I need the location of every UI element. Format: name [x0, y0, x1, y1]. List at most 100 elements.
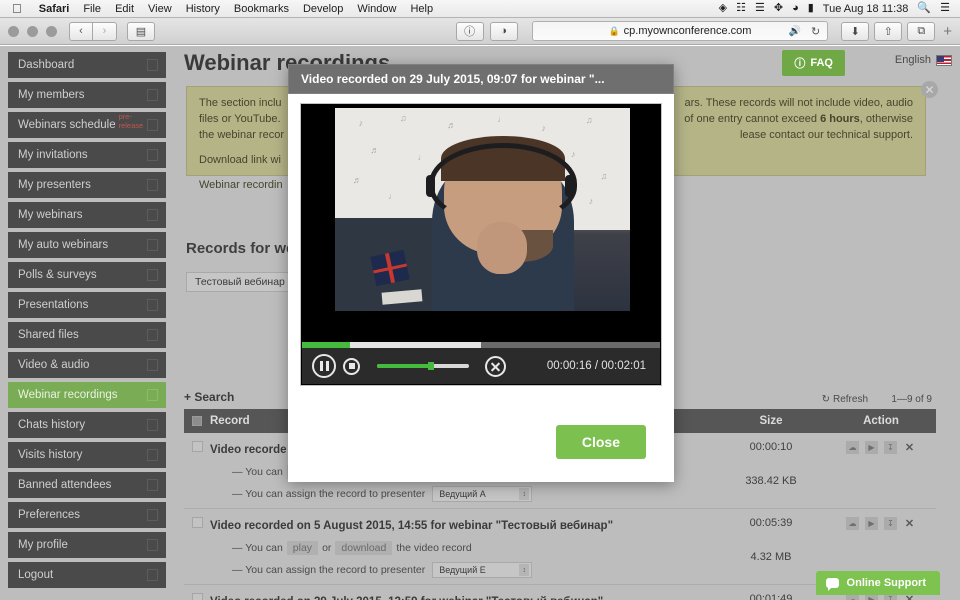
menu-item-help[interactable]: Help [403, 3, 440, 15]
row-checkbox[interactable] [184, 440, 210, 452]
volume-knob[interactable] [427, 362, 434, 370]
flag-icon[interactable]: ▮ [808, 3, 814, 14]
row-checkbox[interactable] [184, 592, 210, 600]
online-support-widget[interactable]: Online Support [815, 571, 940, 595]
video-player[interactable]: ♪ ♫ ♬ ♩ ♪ ♫ ♬ ♩ ♪ ♫ ♬ ♩ ♪ 00:00:16 / 00:… [300, 103, 662, 386]
auto-webinar-icon [147, 239, 158, 251]
notice-close-button[interactable]: ✕ [921, 81, 938, 98]
close-window-button[interactable] [8, 25, 19, 37]
sidebar-item-my-profile[interactable]: My profile [8, 532, 166, 558]
language-selector[interactable]: English [895, 54, 952, 66]
faq-button[interactable]: ⓘ FAQ [782, 50, 845, 76]
volume-slider[interactable] [377, 362, 469, 370]
cloud-icon[interactable]: ☁ [846, 441, 859, 454]
delete-icon[interactable]: ✕ [903, 517, 916, 530]
webinar-icon [147, 209, 158, 221]
sidebar-toggle-button[interactable]: ▤ [127, 21, 155, 41]
sidebar-item-polls-surveys[interactable]: Polls & surveys [8, 262, 166, 288]
close-button[interactable]: Close [555, 425, 646, 459]
cloud-icon[interactable]: ☁ [846, 517, 859, 530]
reader-button[interactable]: ⓘ [455, 21, 484, 41]
share-button[interactable]: ⇧ [874, 21, 903, 41]
menu-item-view[interactable]: View [141, 3, 179, 15]
sidebar-item-dashboard[interactable]: Dashboard [8, 52, 166, 78]
mute-icon[interactable] [485, 355, 506, 377]
question-circle-icon: ⓘ [794, 58, 806, 70]
back-button[interactable]: ‹ [69, 21, 93, 41]
vpn-icon[interactable]: ✥ [774, 3, 783, 14]
search-toggle[interactable]: + Search [184, 390, 234, 404]
sidebar-item-my-auto-webinars[interactable]: My auto webinars [8, 232, 166, 258]
menu-item-file[interactable]: File [76, 3, 108, 15]
video-headphone-right [565, 174, 575, 197]
column-header-action: Action [863, 415, 899, 427]
row-assign-text: — You can assign the record to presenter [232, 488, 426, 500]
refresh-label: Refresh [832, 394, 868, 405]
activity-icon[interactable]: ☰ [755, 3, 765, 14]
row-actions: ☁ ▶ ↧ ✕ [826, 440, 936, 454]
sidebar-item-label: Banned attendees [18, 479, 112, 491]
sidebar-item-chats-history[interactable]: Chats history [8, 412, 166, 438]
chat-bubble-icon [825, 578, 839, 591]
new-tab-button[interactable]: + [943, 23, 952, 40]
sidebar-item-preferences[interactable]: Preferences [8, 502, 166, 528]
address-bar[interactable]: 🔒 cp.myownconference.com 🔊 ↻ [531, 21, 829, 41]
delete-icon[interactable]: ✕ [903, 441, 916, 454]
minimize-window-button[interactable] [27, 25, 38, 37]
location-icon[interactable]: ◈ [719, 3, 727, 14]
row-checkbox[interactable] [184, 516, 210, 528]
sidebar-item-webinars-schedule[interactable]: Webinars schedule pre-release [8, 112, 166, 138]
forward-button[interactable]: › [93, 21, 117, 41]
downloads-button[interactable]: ⬇ [841, 21, 870, 41]
play-icon[interactable]: ▶ [865, 517, 878, 530]
play-link[interactable]: play [286, 541, 319, 555]
speaker-icon[interactable]: 🔊 [789, 26, 801, 37]
maximize-window-button[interactable] [46, 25, 57, 37]
wifi-icon[interactable]: ◕ [792, 3, 799, 14]
search-icon[interactable]: 🔍 [917, 3, 931, 14]
video-headphone-left [426, 174, 436, 197]
menu-item-edit[interactable]: Edit [108, 3, 141, 15]
sidebar-item-video-audio[interactable]: Video & audio [8, 352, 166, 378]
play-icon[interactable]: ▶ [865, 441, 878, 454]
row-actions: ☁ ▶ ↧ ✕ [826, 516, 936, 530]
download-icon[interactable]: ↧ [884, 517, 897, 530]
menubar-clock[interactable]: Tue Aug 18 11:38 [823, 3, 909, 15]
sidebar-item-presentations[interactable]: Presentations [8, 292, 166, 318]
sidebar-item-banned-attendees[interactable]: Banned attendees [8, 472, 166, 498]
sidebar-item-my-presenters[interactable]: My presenters [8, 172, 166, 198]
refresh-button[interactable]: ↻ Refresh [822, 394, 868, 405]
pause-icon[interactable] [312, 354, 336, 378]
menu-item-develop[interactable]: Develop [296, 3, 350, 15]
display-icon[interactable]: ☷ [736, 3, 746, 14]
notification-icon[interactable]: ☰ [940, 3, 950, 14]
select-all-checkbox[interactable] [184, 416, 210, 426]
download-link[interactable]: download [335, 541, 393, 555]
menu-item-safari[interactable]: Safari [32, 3, 77, 15]
sidebar-item-label: My auto webinars [18, 239, 109, 251]
download-icon[interactable]: ↧ [884, 441, 897, 454]
sidebar-item-shared-files[interactable]: Shared files [8, 322, 166, 348]
sidebar-item-visits-history[interactable]: Visits history [8, 442, 166, 468]
sidebar-item-logout[interactable]: Logout [8, 562, 166, 588]
reload-icon[interactable]: ↻ [811, 25, 820, 38]
video-canvas[interactable]: ♪ ♫ ♬ ♩ ♪ ♫ ♬ ♩ ♪ ♫ ♬ ♩ ♪ [302, 105, 660, 349]
sidebar-item-my-webinars[interactable]: My webinars [8, 202, 166, 228]
sidebar-item-label: My webinars [18, 209, 83, 221]
sidebar-item-my-invitations[interactable]: My invitations [8, 142, 166, 168]
presenter-select[interactable]: Ведущий A ↕ [432, 486, 533, 502]
menu-item-window[interactable]: Window [350, 3, 403, 15]
sidebar-item-label: Webinars schedule [18, 119, 116, 131]
stop-icon[interactable] [343, 357, 360, 375]
webinar-filter-select[interactable]: Тестовый вебинар [186, 272, 294, 292]
sidebar-item-webinar-recordings[interactable]: Webinar recordings [8, 382, 166, 408]
row-duration: 00:05:39 [749, 517, 793, 529]
sidebar-item-label: Polls & surveys [18, 269, 97, 281]
sidebar-item-my-members[interactable]: My members [8, 82, 166, 108]
show-tabs-button[interactable]: ⧉ [907, 21, 936, 41]
presenter-select[interactable]: Ведущий E ↕ [432, 562, 533, 578]
privacy-report-button[interactable]: ◑ [489, 21, 518, 41]
menu-item-bookmarks[interactable]: Bookmarks [227, 3, 296, 15]
menu-item-history[interactable]: History [179, 3, 227, 15]
apple-logo-icon[interactable]:  [12, 2, 22, 15]
